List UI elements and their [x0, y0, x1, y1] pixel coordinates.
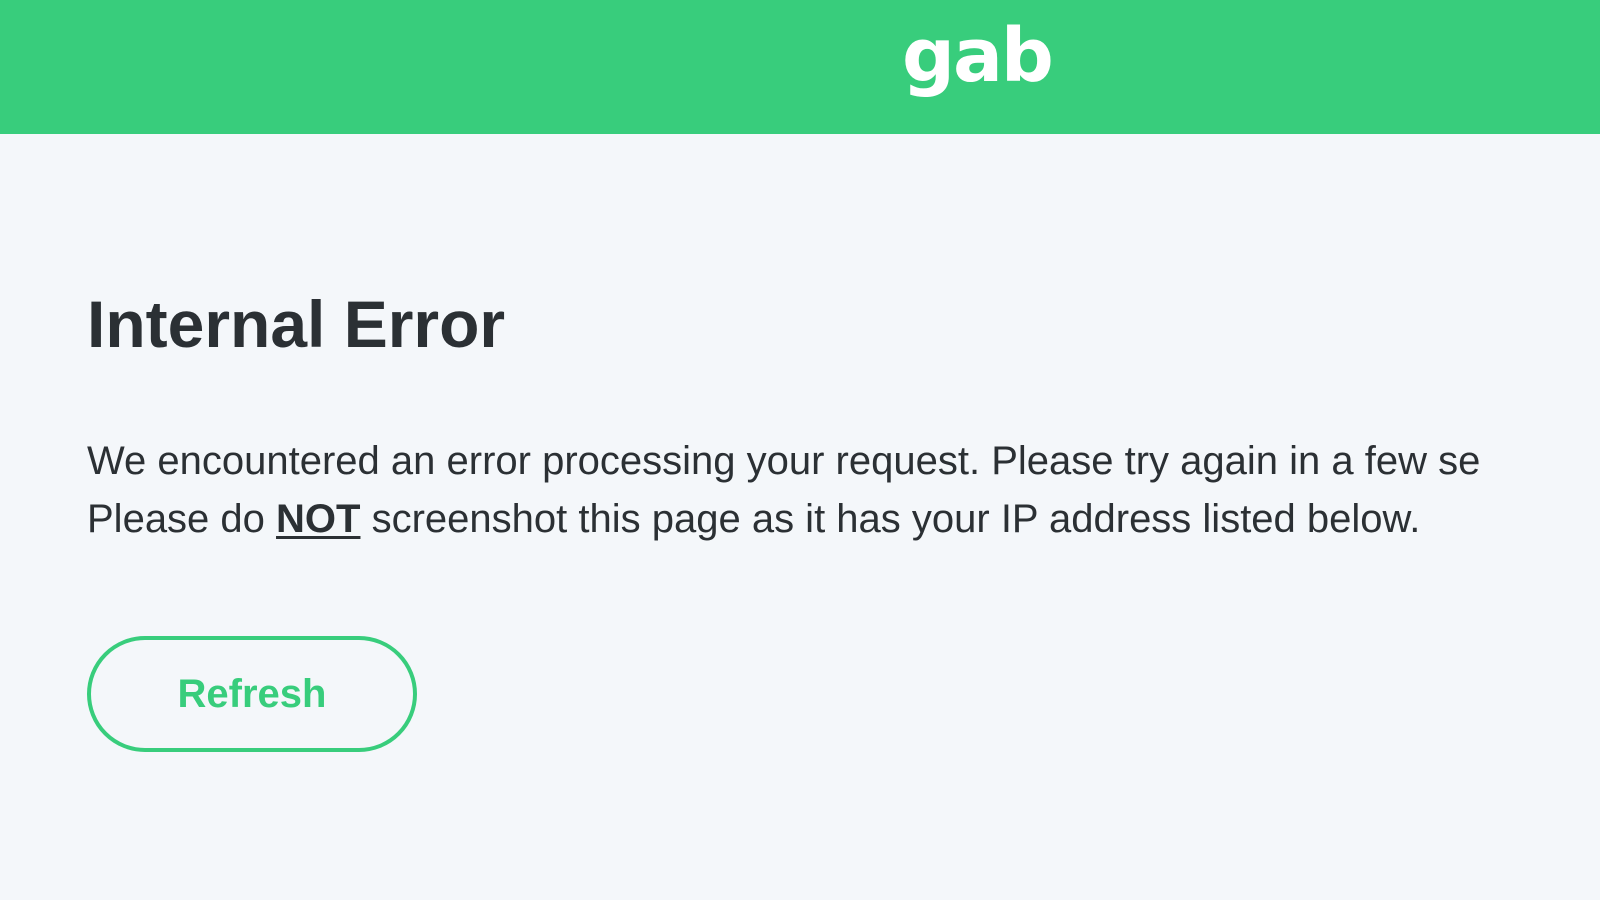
- error-message-line-2: Please do NOT screenshot this page as it…: [87, 490, 1480, 548]
- warning-emphasis: NOT: [276, 497, 361, 541]
- warning-text-after: screenshot this page as it has your IP a…: [360, 497, 1421, 541]
- error-message: We encountered an error processing your …: [87, 432, 1480, 548]
- error-message-line-1: We encountered an error processing your …: [87, 439, 1481, 483]
- refresh-button[interactable]: Refresh: [87, 636, 417, 752]
- gab-logo[interactable]: gab: [902, 6, 1054, 106]
- top-header-bar: gab: [0, 0, 1600, 134]
- warning-text-before: Please do: [87, 497, 277, 541]
- page-title: Internal Error: [87, 287, 506, 361]
